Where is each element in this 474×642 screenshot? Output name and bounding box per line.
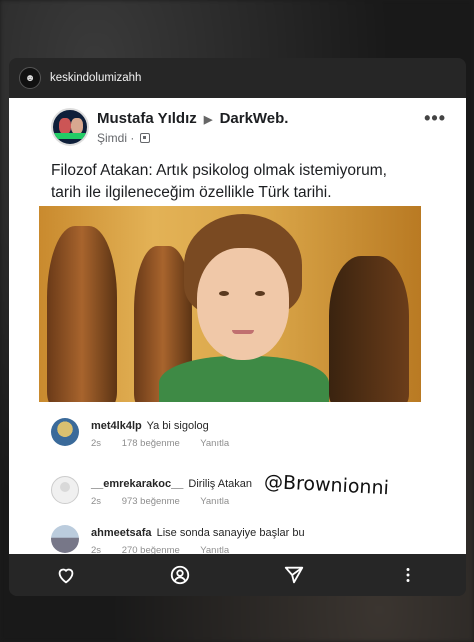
- comment-meta: 2s 178 beğenme Yanıtla: [91, 438, 247, 449]
- shared-post: Mustafa Yıldız ▶ DarkWeb. Şimdi · ••• Fi…: [9, 98, 466, 556]
- comment-2: __emrekarakoc__ Diriliş Atakan 2s 973 be…: [51, 474, 451, 514]
- more-vertical-icon[interactable]: [397, 564, 419, 586]
- boy-shirt-shape: [159, 356, 329, 402]
- comment-likes[interactable]: 973 beğenme: [122, 496, 180, 507]
- chess-piece-shape: [47, 226, 117, 402]
- boy-eye-shape: [255, 291, 265, 296]
- comment-line: ahmeetsafa Lise sonda sanayiye başlar bu: [91, 527, 305, 539]
- comment-username[interactable]: ahmeetsafa: [91, 527, 152, 539]
- arrow-right-icon: ▶: [203, 114, 213, 126]
- card-avatar[interactable]: ☻: [19, 67, 41, 89]
- comment-line: met4lk4lp Ya bi sigolog: [91, 420, 209, 432]
- comment-likes[interactable]: 178 beğenme: [122, 438, 180, 449]
- comment-text: Ya bi sigolog: [146, 420, 209, 432]
- post-author-name[interactable]: Mustafa Yıldız: [97, 110, 197, 127]
- comment-meta: 2s 973 beğenme Yanıtla: [91, 496, 247, 507]
- chess-piece-shape: [329, 256, 409, 402]
- post-time: Şimdi ·: [97, 131, 150, 145]
- post-text-line-1: Filozof Atakan: Artık psikolog olmak ist…: [51, 162, 387, 179]
- heart-icon[interactable]: [55, 564, 77, 586]
- story-card: ☻ keskindolumizahh Mustafa Yıldız ▶ Dark…: [9, 58, 466, 596]
- comment-text: Lise sonda sanayiye başlar bu: [156, 527, 305, 539]
- post-photo[interactable]: [39, 206, 421, 402]
- separator-dot: ·: [130, 131, 135, 145]
- comment-username[interactable]: met4lk4lp: [91, 420, 142, 432]
- boy-mouth-shape: [232, 330, 254, 334]
- commenter-avatar[interactable]: [51, 525, 79, 553]
- post-author-avatar[interactable]: [51, 108, 89, 146]
- boy-face-shape: [197, 248, 289, 360]
- send-icon[interactable]: [283, 564, 305, 586]
- card-footer: [9, 554, 466, 596]
- profile-icon[interactable]: [169, 564, 191, 586]
- post-header: Mustafa Yıldız ▶ DarkWeb. Şimdi · •••: [51, 106, 445, 150]
- card-header: ☻ keskindolumizahh: [9, 58, 466, 98]
- post-time-label: Şimdi: [97, 131, 128, 145]
- comment-text: Diriliş Atakan: [188, 478, 252, 490]
- post-text: Filozof Atakan: Artık psikolog olmak ist…: [51, 160, 431, 204]
- reply-button[interactable]: Yanıtla: [200, 496, 229, 507]
- post-text-line-2: tarih ile ilgileneceğim özellikle Türk t…: [51, 184, 332, 201]
- audience-icon: [139, 133, 150, 143]
- boy-eye-shape: [219, 291, 229, 296]
- comment-line: __emrekarakoc__ Diriliş Atakan: [91, 478, 252, 490]
- comment-age: 2s: [91, 496, 102, 507]
- comment-username[interactable]: __emrekarakoc__: [91, 478, 183, 490]
- post-group-name[interactable]: DarkWeb.: [220, 110, 289, 127]
- more-options-icon[interactable]: •••: [424, 108, 446, 129]
- commenter-avatar[interactable]: [51, 418, 79, 446]
- comment-1: met4lk4lp Ya bi sigolog 2s 178 beğenme Y…: [51, 416, 451, 456]
- post-author-line: Mustafa Yıldız ▶ DarkWeb.: [97, 110, 288, 127]
- comment-age: 2s: [91, 438, 102, 449]
- reply-button[interactable]: Yanıtla: [200, 438, 229, 449]
- card-username[interactable]: keskindolumizahh: [50, 72, 141, 84]
- commenter-avatar[interactable]: [51, 476, 79, 504]
